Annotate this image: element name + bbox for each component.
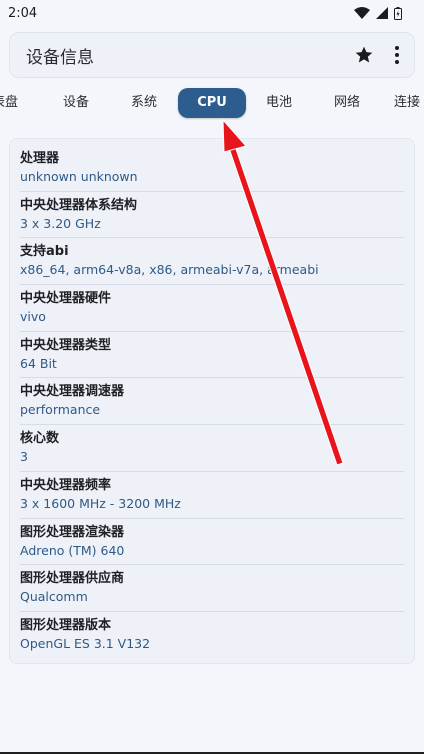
wifi-icon	[354, 7, 370, 19]
info-row-gpu-renderer: 图形处理器渲染器 Adreno (TM) 640	[20, 519, 404, 566]
tab-connection[interactable]: 连接	[394, 88, 424, 118]
info-row-governor: 中央处理器调速器 performance	[20, 378, 404, 426]
info-row-supported-abi: 支持abi x86_64, arm64-v8a, x86, armeabi-v7…	[20, 238, 404, 286]
tab-device[interactable]: 设备	[52, 88, 100, 118]
tab-bar: 表盘 设备 系统 CPU 电池 网络 连接	[0, 86, 424, 120]
app-bar: 设备信息	[9, 32, 415, 78]
signal-icon	[376, 7, 388, 19]
status-bar: 2:04	[0, 0, 424, 26]
app-title: 设备信息	[26, 47, 94, 68]
tab-dashboard[interactable]: 表盘	[0, 88, 29, 118]
info-row-frequency: 中央处理器频率 3 x 1600 MHz - 3200 MHz	[20, 472, 404, 519]
info-row-gpu-version: 图形处理器版本 OpenGL ES 3.1 V132	[20, 617, 151, 651]
info-row-architecture: 中央处理器体系结构 3 x 3.20 GHz	[20, 192, 404, 239]
tab-cpu[interactable]: CPU	[178, 88, 246, 118]
tab-network[interactable]: 网络	[323, 88, 371, 118]
tab-battery[interactable]: 电池	[255, 88, 303, 118]
status-time: 2:04	[8, 5, 38, 21]
battery-icon	[394, 6, 402, 20]
more-options-icon[interactable]	[394, 45, 400, 65]
info-row-core-count: 核心数 3	[20, 425, 404, 472]
tab-system[interactable]: 系统	[120, 88, 168, 118]
info-row-cpu-type: 中央处理器类型 64 Bit	[20, 332, 404, 379]
status-icons	[354, 6, 402, 20]
info-row-processor: 处理器 unknown unknown	[20, 145, 404, 192]
info-row-gpu-vendor: 图形处理器供应商 Qualcomm	[20, 565, 404, 612]
info-row-hardware: 中央处理器硬件 vivo	[20, 285, 404, 332]
star-icon[interactable]	[354, 45, 374, 65]
cpu-info-card: 处理器 unknown unknown 中央处理器体系结构 3 x 3.20 G…	[9, 138, 415, 664]
